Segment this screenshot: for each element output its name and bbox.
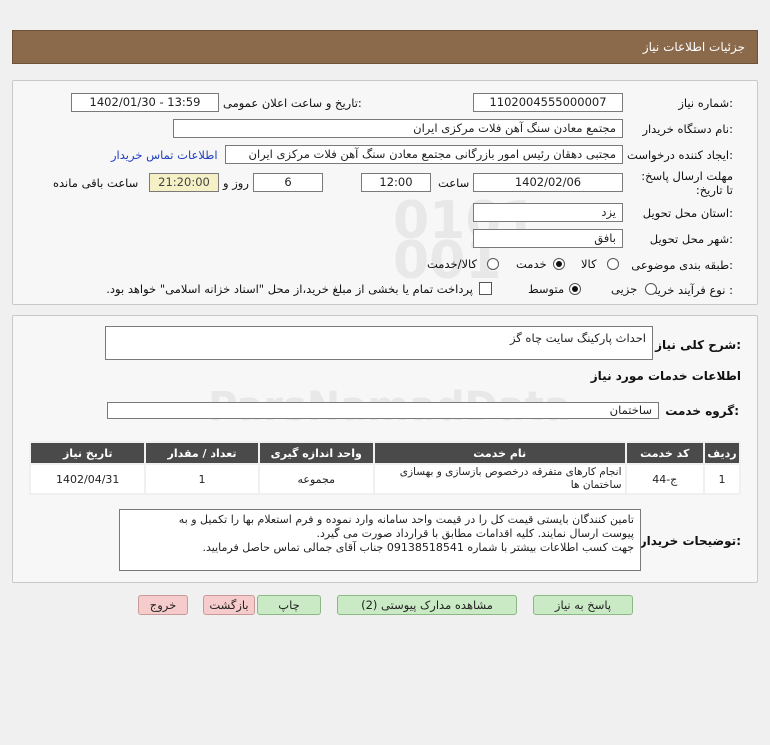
buyer-notes-line-3: جهت کسب اطلاعات بیشتر با شماره 091385185… <box>202 541 635 554</box>
process-option-minor: جزیی <box>611 282 638 296</box>
process-radio-minor[interactable] <box>645 283 657 295</box>
city-label: شهر محل تحویل: <box>649 232 733 246</box>
services-table: ردیف کد خدمت نام خدمت واحد اندازه گیری ت… <box>28 441 742 495</box>
buyer-notes-line-2: پیوست ارسال نمایند. کلیه اقدامات مطابق ب… <box>316 527 634 540</box>
deadline-date-field: 1402/02/06 <box>473 173 623 192</box>
city-field: بافق <box>473 229 623 248</box>
service-group-label: گروه خدمت: <box>665 404 739 418</box>
process-radio-medium[interactable] <box>569 283 581 295</box>
days-remaining-field: 6 <box>253 173 323 192</box>
col-need-date: تاریخ نیاز <box>28 441 147 465</box>
col-unit: واحد اندازه گیری <box>257 441 375 465</box>
reply-button[interactable]: پاسخ به نیاز <box>533 595 633 615</box>
requester-field: مجتبی دهقان رئیس امور بازرگانی مجتمع معا… <box>225 145 623 164</box>
province-field: یزد <box>473 203 623 222</box>
col-service-code: کد خدمت <box>624 441 705 465</box>
cell-row-number: 1 <box>702 463 742 495</box>
remaining-time-label: ساعت باقی مانده <box>53 176 139 190</box>
buyer-notes-label: توضیحات خریدار: <box>639 534 741 548</box>
requester-label: ایجاد کننده درخواست: <box>627 148 733 162</box>
process-label: نوع فرآیند خرید : <box>651 283 733 297</box>
page-header: جزئیات اطلاعات نیاز <box>12 30 758 64</box>
services-section-title: اطلاعات خدمات مورد نیاز <box>590 369 741 383</box>
category-option-service: خدمت <box>516 257 547 271</box>
process-option-medium: متوسط <box>528 282 565 296</box>
col-service-name: نام خدمت <box>372 441 627 465</box>
back-button[interactable]: بازگشت <box>203 595 255 615</box>
deadline-label: مهلت ارسال پاسخ: تا تاریخ: <box>641 169 733 197</box>
province-label: استان محل تحویل: <box>642 206 733 220</box>
treasury-payment-note: پرداخت تمام یا بخشی از مبلغ خرید،از محل … <box>106 282 473 296</box>
category-radio-goods[interactable] <box>607 258 619 270</box>
exit-button[interactable]: خروج <box>138 595 188 615</box>
announce-datetime-label: تاریخ و ساعت اعلان عمومی: <box>223 96 362 110</box>
buyer-org-label: نام دستگاه خریدار: <box>642 122 733 136</box>
service-group-field: ساختمان <box>107 402 659 419</box>
category-label: طبقه بندی موضوعی: <box>631 258 733 272</box>
attachments-button[interactable]: مشاهده مدارک پیوستی (2) <box>337 595 517 615</box>
buyer-org-field: مجتمع معادن سنگ آهن فلات مرکزی ایران <box>173 119 623 138</box>
category-option-goods: کالا <box>581 257 597 271</box>
table-row: 1 ج-44 انجام کارهای متفرقه درخصوص بازساز… <box>28 463 742 495</box>
remaining-time-field: 21:20:00 <box>149 173 219 192</box>
days-label: روز و <box>223 176 249 190</box>
deadline-time-field: 12:00 <box>361 173 431 192</box>
summary-field: احداث پارکینگ سایت چاه گز <box>105 326 653 360</box>
buyer-notes-line-1: تامین کنندگان بایستی قیمت کل را در قیمت … <box>178 513 634 526</box>
need-details-panel: ParsNamadData شرح کلی نیاز: احداث پارکین… <box>12 315 758 583</box>
table-header-row: ردیف کد خدمت نام خدمت واحد اندازه گیری ت… <box>28 441 742 465</box>
col-quantity: تعداد / مقدار <box>144 441 260 465</box>
col-row-number: ردیف <box>702 441 742 465</box>
cell-need-date: 1402/04/31 <box>28 463 147 495</box>
treasury-payment-checkbox[interactable] <box>479 282 492 295</box>
category-radio-service[interactable] <box>553 258 565 270</box>
cell-service-code: ج-44 <box>624 463 705 495</box>
buyer-notes-box: تامین کنندگان بایستی قیمت کل را در قیمت … <box>119 509 641 571</box>
need-number-label: شماره نیاز: <box>678 96 733 110</box>
category-option-goods-service: کالا/خدمت <box>427 257 478 271</box>
page-title: جزئیات اطلاعات نیاز <box>642 40 745 54</box>
need-number-field: 1102004555000007 <box>473 93 623 112</box>
need-info-panel: 0101 001 شماره نیاز: 1102004555000007 تار… <box>12 80 758 305</box>
category-radio-goods-service[interactable] <box>487 258 499 270</box>
cell-unit: مجموعه <box>257 463 375 495</box>
announce-datetime-field: 1402/01/30 - 13:59 <box>71 93 219 112</box>
deadline-time-label: ساعت <box>438 176 470 190</box>
print-button[interactable]: چاپ <box>257 595 321 615</box>
summary-label: شرح کلی نیاز: <box>655 338 741 352</box>
cell-quantity: 1 <box>144 463 260 495</box>
buyer-contact-link[interactable]: اطلاعات تماس خریدار <box>111 148 218 162</box>
cell-service-name: انجام کارهای متفرقه درخصوص بازسازی و بهس… <box>372 463 627 495</box>
